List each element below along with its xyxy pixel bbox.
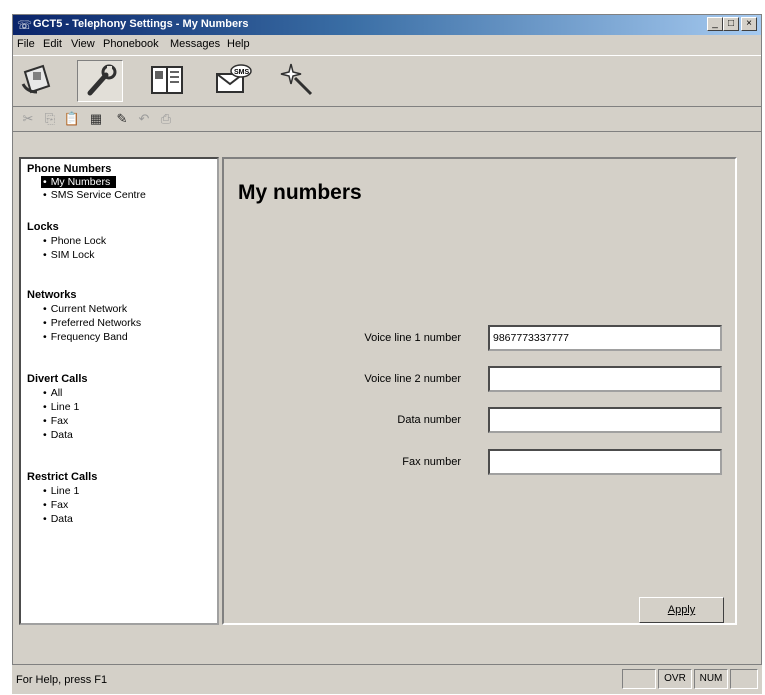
voice-line-1-label: Voice line 1 number (364, 332, 461, 344)
group-restrict-calls[interactable]: Restrict Calls (27, 471, 97, 483)
cut-icon[interactable]: ✂ (19, 110, 37, 128)
messages-button[interactable]: SMS (211, 60, 255, 100)
voice-line-2-label: Voice line 2 number (364, 373, 461, 385)
apply-button[interactable]: Apply (639, 597, 724, 623)
phonebook-button[interactable] (145, 60, 189, 100)
nav-item-restrict-data[interactable]: Data (43, 513, 73, 525)
settings-tree: Phone Numbers My Numbers SMS Service Cen… (19, 157, 219, 625)
nav-item-preferred-networks[interactable]: Preferred Networks (43, 317, 141, 329)
book-icon[interactable]: ▦ (87, 110, 105, 128)
maximize-button[interactable]: □ (723, 17, 739, 31)
group-networks[interactable]: Networks (27, 289, 77, 301)
nav-item-my-numbers[interactable]: My Numbers (41, 176, 117, 188)
wrench-icon (87, 64, 117, 96)
settings-button[interactable] (77, 60, 123, 102)
menu-help[interactable]: Help (227, 38, 250, 50)
menu-view[interactable]: View (71, 38, 95, 50)
paste-icon[interactable]: 📋 (63, 110, 81, 128)
nav-item-divert-data[interactable]: Data (43, 429, 73, 441)
edit-icon[interactable]: ✎ (113, 110, 131, 128)
my-numbers-panel: My numbers Voice line 1 number Voice lin… (222, 157, 737, 625)
phone-button[interactable] (17, 60, 61, 100)
nav-item-divert-line-1[interactable]: Line 1 (43, 401, 80, 413)
menu-file[interactable]: File (17, 38, 35, 50)
nav-item-restrict-fax[interactable]: Fax (43, 499, 69, 511)
magic-wand-icon (280, 63, 313, 96)
status-bar: For Help, press F1 OVR NUM (12, 664, 762, 694)
window-title: GCT5 - Telephony Settings - My Numbers (33, 18, 249, 30)
voice-line-1-number-field[interactable] (488, 325, 722, 351)
menu-messages[interactable]: Messages (170, 38, 220, 50)
group-phone-numbers[interactable]: Phone Numbers (27, 163, 111, 175)
page-title: My numbers (238, 181, 362, 204)
edit-toolbar: ✂ ⎘ 📋 ▦ ✎ ↶ ⎙ (13, 107, 761, 132)
menu-edit[interactable]: Edit (43, 38, 62, 50)
group-divert-calls[interactable]: Divert Calls (27, 373, 88, 385)
data-number-label: Data number (397, 414, 461, 426)
nav-item-current-network[interactable]: Current Network (43, 303, 127, 315)
fax-number-field[interactable] (488, 449, 722, 475)
phone-icon (21, 64, 51, 94)
wizard-button[interactable] (277, 60, 321, 100)
sms-envelope-icon: SMS (216, 64, 252, 93)
copy-icon[interactable]: ⎘ (41, 110, 59, 128)
nav-item-restrict-line-1[interactable]: Line 1 (43, 485, 80, 497)
data-number-field[interactable] (488, 407, 722, 433)
phone-app-icon: ☏ (17, 18, 33, 32)
group-locks[interactable]: Locks (27, 221, 59, 233)
svg-text:SMS: SMS (234, 69, 250, 76)
fax-number-label: Fax number (402, 456, 461, 468)
voice-line-2-number-field[interactable] (488, 366, 722, 392)
undo-icon[interactable]: ↶ (135, 110, 153, 128)
nav-item-divert-all[interactable]: All (43, 387, 63, 399)
menu-bar: File Edit View Phonebook Messages Help (13, 36, 761, 54)
title-bar[interactable]: ☏ GCT5 - Telephony Settings - My Numbers… (13, 15, 761, 35)
nav-item-sim-lock[interactable]: SIM Lock (43, 249, 95, 261)
close-button[interactable]: × (741, 17, 757, 31)
minimize-button[interactable]: _ (707, 17, 723, 31)
status-help-text: For Help, press F1 (16, 674, 108, 686)
status-panel-scroll (730, 669, 758, 689)
menu-phonebook[interactable]: Phonebook (103, 38, 159, 50)
main-toolbar: SMS (13, 55, 761, 107)
nav-item-sms-service-centre[interactable]: SMS Service Centre (43, 189, 146, 201)
status-num: NUM (694, 669, 728, 689)
status-panel-empty (622, 669, 656, 689)
nav-item-frequency-band[interactable]: Frequency Band (43, 331, 128, 343)
status-ovr: OVR (658, 669, 692, 689)
phonebook-icon (151, 66, 183, 94)
nav-item-divert-fax[interactable]: Fax (43, 415, 69, 427)
nav-item-phone-lock[interactable]: Phone Lock (43, 235, 106, 247)
print-icon[interactable]: ⎙ (157, 110, 175, 128)
